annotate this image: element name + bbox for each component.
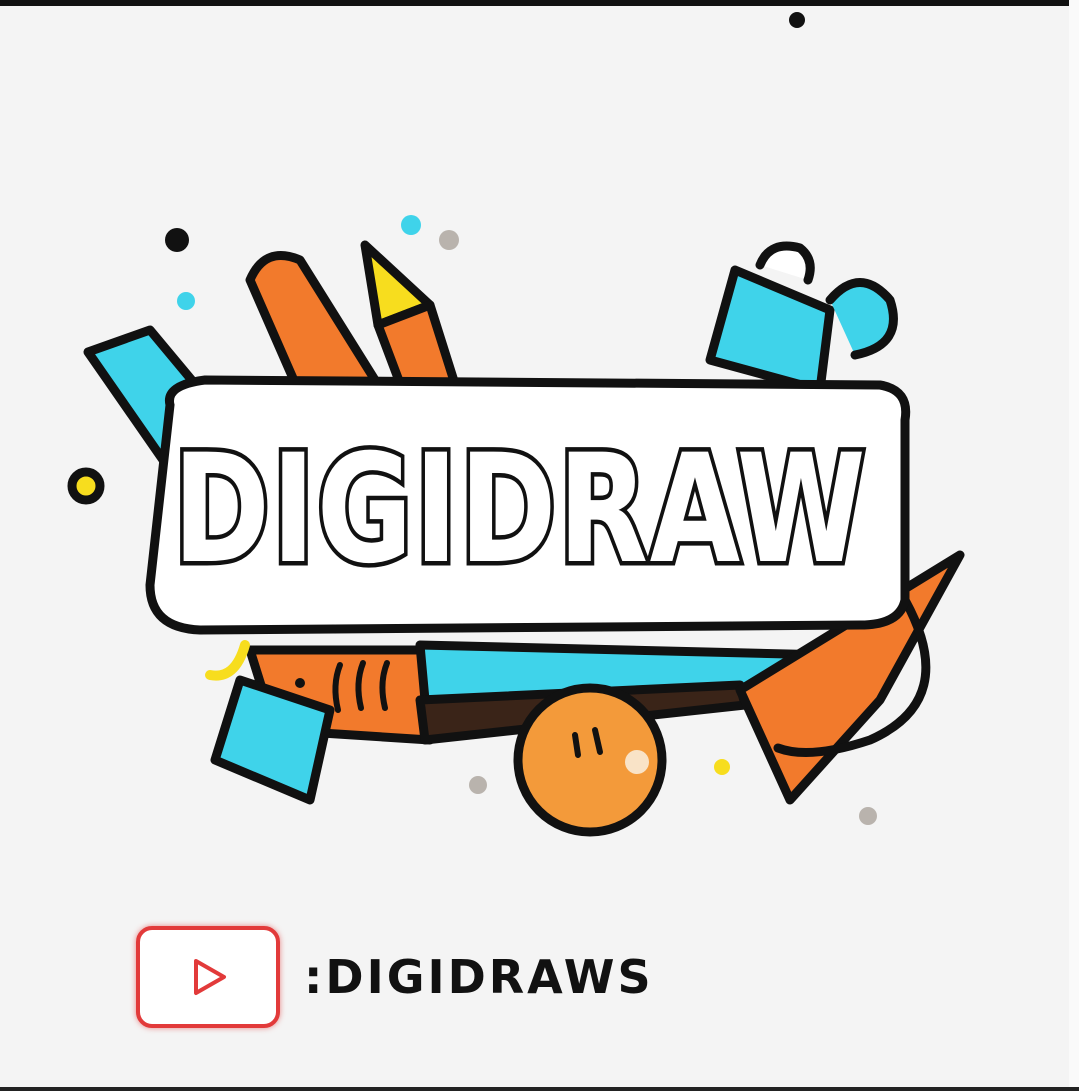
yellow-hook bbox=[205, 640, 250, 681]
yellow-dot bbox=[714, 759, 730, 775]
logo-wordmark: DIGIDRAW bbox=[169, 419, 869, 602]
ink-dot bbox=[789, 12, 805, 28]
bottom-border bbox=[0, 1087, 1079, 1091]
cyan-bag-handle bbox=[755, 241, 815, 285]
play-triangle-icon bbox=[194, 959, 226, 995]
play-button-icon[interactable] bbox=[136, 926, 280, 1028]
gray-dot bbox=[859, 807, 877, 825]
channel-block: :DIGIDRAWS bbox=[136, 924, 654, 1030]
cyan-ring bbox=[825, 278, 898, 360]
black-dot bbox=[165, 228, 189, 252]
cyan-dot bbox=[401, 215, 421, 235]
ball-highlight bbox=[625, 750, 649, 774]
channel-name: :DIGIDRAWS bbox=[304, 950, 654, 1004]
cyan-bag bbox=[705, 265, 835, 395]
gray-dot bbox=[439, 230, 459, 250]
ruler-hole bbox=[295, 678, 305, 688]
yellow-knob bbox=[67, 467, 105, 505]
cyan-dot bbox=[177, 292, 195, 310]
gray-dot bbox=[469, 776, 487, 794]
ball-mark bbox=[572, 732, 581, 758]
